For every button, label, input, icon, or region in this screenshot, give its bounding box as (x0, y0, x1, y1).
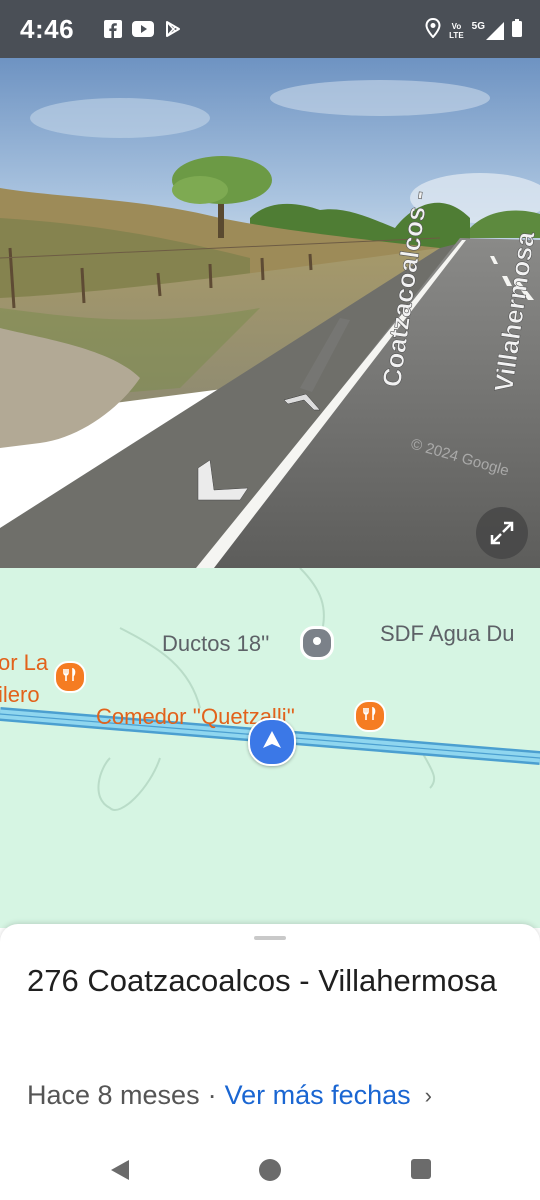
place-icon (311, 634, 323, 652)
battery-icon (512, 19, 522, 42)
capture-date: Hace 8 meses (27, 1080, 200, 1110)
system-icons: Vo LTE 5G (425, 17, 522, 43)
volte-icon: Vo LTE (449, 21, 464, 40)
place-info-sheet[interactable]: 276 Coatzacoalcos - Villahermosa Hace 8 … (0, 924, 540, 1144)
map-view[interactable]: Ductos 18'' SDF Agua Du or La ilero Come… (0, 568, 540, 928)
location-icon (425, 17, 441, 43)
back-icon (108, 1160, 132, 1186)
chevron-right-icon[interactable]: › (425, 1083, 432, 1109)
place-pin[interactable] (300, 626, 334, 660)
restaurant-pin[interactable] (54, 661, 86, 693)
play-store-icon (164, 20, 182, 43)
more-dates-link[interactable]: Ver más fechas (225, 1080, 411, 1111)
poi-label-partial-top[interactable]: or La (0, 650, 48, 676)
poi-label-ductos[interactable]: Ductos 18'' (162, 631, 269, 657)
separator: · (207, 1080, 217, 1110)
recents-button[interactable] (410, 1158, 432, 1185)
street-view-panorama[interactable]: Coatzacoalcos - Villahermosa © 2024 Goog… (0, 58, 540, 568)
current-location-marker (248, 718, 296, 766)
expand-icon (489, 520, 515, 546)
navigation-arrow-icon (261, 729, 283, 756)
signal-icon: 5G (472, 21, 504, 40)
recents-icon (410, 1159, 432, 1184)
poi-label-sdf[interactable]: SDF Agua Du (380, 621, 515, 647)
system-navigation-bar (0, 1144, 540, 1200)
restaurant-icon (63, 667, 77, 687)
notification-icons (104, 20, 182, 43)
home-button[interactable] (258, 1158, 282, 1187)
place-title: 276 Coatzacoalcos - Villahermosa (27, 963, 497, 998)
poi-label-partial-bottom[interactable]: ilero (0, 682, 40, 708)
drag-handle[interactable] (254, 936, 286, 940)
home-icon (258, 1159, 282, 1186)
clock: 4:46 (20, 14, 75, 44)
restaurant-icon (363, 706, 377, 726)
restaurant-pin[interactable] (354, 700, 386, 732)
facebook-icon (104, 20, 122, 43)
back-button[interactable] (108, 1158, 132, 1187)
status-bar: 4:46 Vo LTE 5G (0, 0, 540, 58)
date-row: Hace 8 meses · Ver más fechas › (27, 1080, 432, 1111)
youtube-icon (132, 21, 154, 42)
expand-button[interactable] (476, 507, 528, 559)
